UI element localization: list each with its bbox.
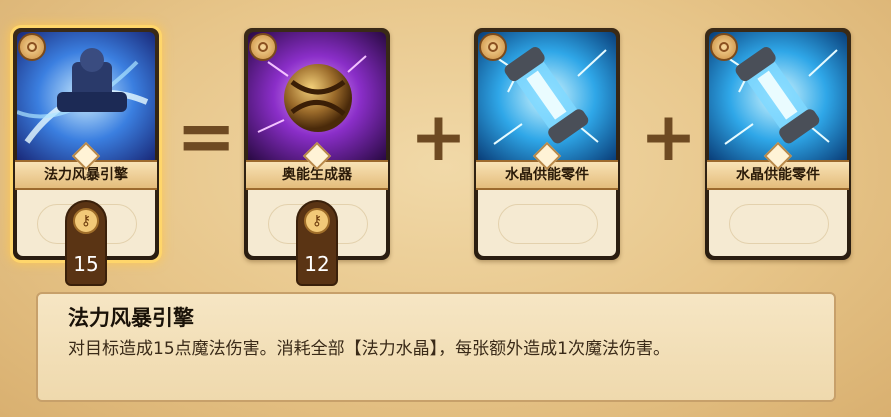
cost-value: 12 bbox=[304, 252, 330, 276]
description-title: 法力风暴引擎 bbox=[68, 306, 194, 330]
key-icon: ⚷ bbox=[304, 208, 330, 234]
gear-icon bbox=[710, 33, 738, 61]
key-icon: ⚷ bbox=[73, 208, 99, 234]
description-text: 对目标造成15点魔法伤害。消耗全部【法力水晶】，每张额外造成1次魔法伤害。 bbox=[68, 339, 670, 359]
recipe-row: 法力风暴引擎 ⚷ 15 = 奥能生成器 ⚷ 12 + 水晶供能零件 + 水晶供能… bbox=[0, 0, 891, 286]
card-lower-panel bbox=[478, 190, 616, 256]
card-lower-panel bbox=[709, 190, 847, 256]
card-crystal-part[interactable]: 水晶供能零件 bbox=[705, 28, 851, 260]
cost-value: 15 bbox=[73, 252, 99, 276]
card-arcane-generator[interactable]: 奥能生成器 ⚷ 12 bbox=[244, 28, 390, 286]
gear-icon bbox=[18, 33, 46, 61]
plus-operator: + bbox=[640, 98, 697, 177]
description-panel: 法力风暴引擎 对目标造成15点魔法伤害。消耗全部【法力水晶】，每张额外造成1次魔… bbox=[36, 292, 836, 402]
gear-icon bbox=[479, 33, 507, 61]
cost-badge: ⚷ 15 bbox=[65, 200, 107, 286]
gear-icon bbox=[249, 33, 277, 61]
cost-badge: ⚷ 12 bbox=[296, 200, 338, 286]
plus-operator: + bbox=[410, 98, 467, 177]
card-crystal-part[interactable]: 水晶供能零件 bbox=[474, 28, 620, 260]
equals-operator: = bbox=[176, 94, 237, 178]
card-mana-storm-engine[interactable]: 法力风暴引擎 ⚷ 15 bbox=[13, 28, 159, 286]
